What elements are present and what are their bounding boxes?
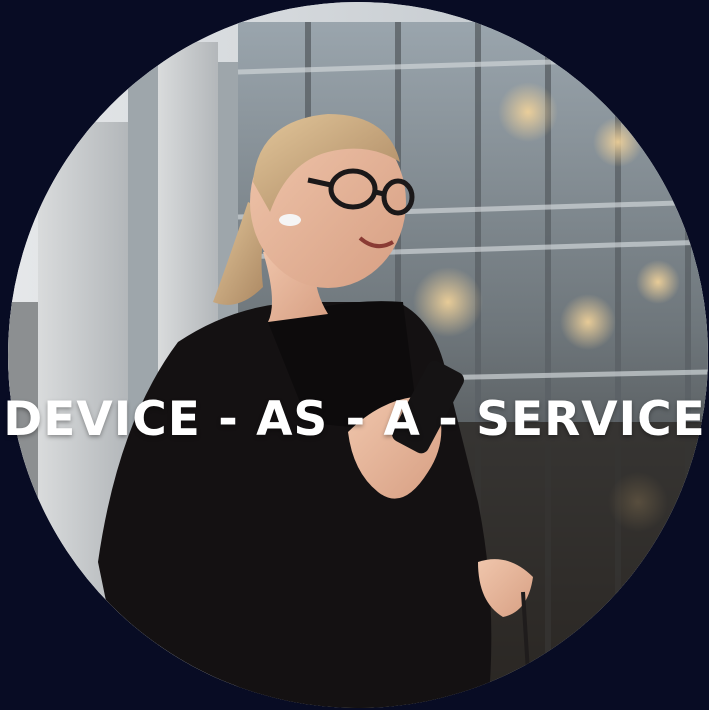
hero-photo-illustration (8, 2, 708, 708)
page-background: DEVICE - AS - A - SERVICE (0, 0, 709, 710)
hero-photo (8, 2, 708, 708)
headline-text: DEVICE - AS - A - SERVICE (3, 392, 706, 447)
